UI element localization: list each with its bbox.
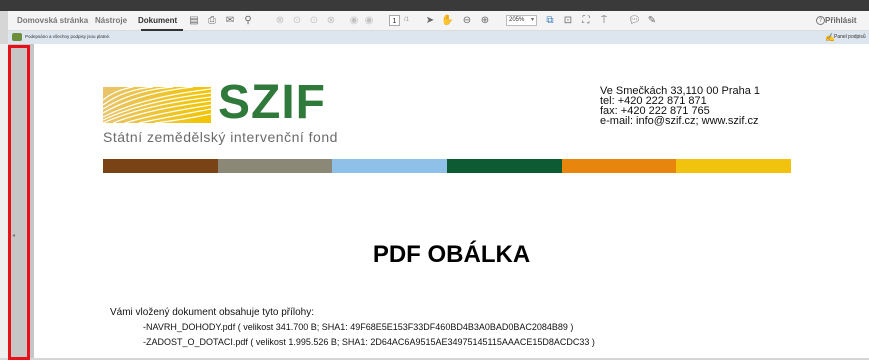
document-title: PDF OBÁLKA (372, 241, 531, 268)
signature-panel-button[interactable]: Panel podpisů (834, 34, 866, 40)
help-icon[interactable]: ? (816, 16, 825, 25)
hand-tool-icon[interactable]: ✋ (441, 15, 453, 27)
menu-home[interactable]: Domovská stránka (17, 16, 88, 25)
select-cursor-icon[interactable]: ➤ (424, 15, 436, 27)
signature-info-bar: Podepsáno a všechny podpisy jsou platné.… (8, 31, 869, 44)
fullscreen-icon[interactable]: ⛶ (580, 15, 592, 27)
contact-block: Ve Smečkách 33,110 00 Praha 1 tel: +420 … (600, 86, 760, 127)
attachment-item: -ZADOST_O_DOTACI.pdf ( velikost 1.995.52… (143, 337, 595, 347)
save-icon[interactable]: ▤ (188, 15, 200, 27)
left-rail (0, 44, 8, 358)
page-total: /1 (404, 17, 410, 23)
comment-icon[interactable]: 💬︎ (628, 15, 641, 27)
color-stripe (217, 159, 333, 173)
menu-bar: Domovská stránka Nástroje Dokument ▤ ⎙ ✉… (8, 11, 869, 31)
color-stripe (332, 159, 448, 173)
prev-page-icon[interactable]: ⊙ (291, 15, 303, 27)
menu-document[interactable]: Dokument (138, 16, 177, 25)
color-stripe (447, 159, 562, 173)
color-stripe-bar (103, 159, 792, 173)
color-stripe (103, 159, 218, 173)
color-stripe (676, 159, 792, 173)
zoom-select[interactable]: 205% ▾ (506, 15, 537, 26)
signature-valid-icon (12, 33, 22, 41)
zoom-out-icon[interactable]: ⊖ (461, 15, 473, 27)
next-page-icon[interactable]: ⊙ (308, 15, 320, 27)
szif-logo-icon (103, 87, 211, 123)
login-link[interactable]: Přihlásit (825, 16, 857, 25)
contact-email: e-mail: info@szif.cz; www.szif.cz (600, 115, 759, 127)
print-icon[interactable]: ⎙ (206, 15, 218, 27)
fit-page-icon[interactable]: ⧉ (544, 15, 556, 27)
logo-wordmark: SZIF (218, 76, 326, 129)
page-number-input[interactable]: 1 (389, 15, 400, 26)
forward-icon[interactable]: ◉ (363, 15, 375, 27)
search-icon[interactable]: ⚲ (242, 15, 254, 27)
menu-tools[interactable]: Nástroje (95, 16, 127, 25)
zoom-value: 205% (509, 17, 525, 23)
window-top-bar (0, 0, 869, 11)
back-icon[interactable]: ◉ (348, 15, 360, 27)
color-stripe (561, 159, 677, 173)
first-page-icon[interactable]: ⊗ (274, 15, 286, 27)
zoom-in-icon[interactable]: ⊕ (479, 15, 491, 27)
pdf-page: SZIF Státní zemědělský intervenční fond … (34, 44, 869, 358)
mail-icon[interactable]: ✉ (224, 15, 236, 27)
logo-subtitle: Státní zemědělský intervenční fond (103, 129, 338, 145)
tools-icon[interactable]: ⍑ (598, 15, 610, 27)
last-page-icon[interactable]: ⊗ (325, 15, 337, 27)
attachment-item: -NAVRH_DOHODY.pdf ( velikost 341.700 B; … (143, 322, 574, 332)
fit-width-icon[interactable]: ⊡ (562, 15, 574, 27)
chevron-down-icon: ▾ (530, 17, 534, 23)
pen-icon[interactable]: ✎ (646, 15, 658, 27)
signature-status-text: Podepsáno a všechny podpisy jsou platné. (25, 34, 111, 39)
highlight-box (8, 45, 30, 360)
attachments-intro: Vámi vložený dokument obsahuje tyto příl… (110, 307, 314, 318)
panel-toggle-icon[interactable]: ◂ (12, 232, 15, 239)
